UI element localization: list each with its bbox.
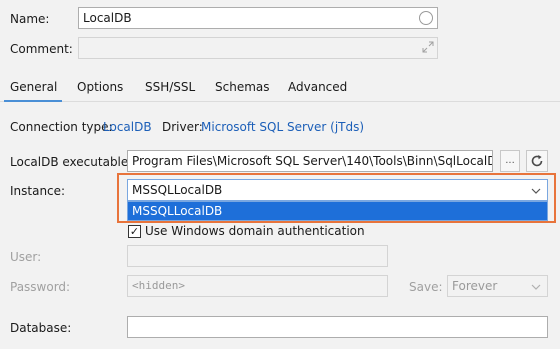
browse-button[interactable]: ...: [500, 150, 520, 172]
user-label: User:: [10, 250, 42, 264]
connection-type-link[interactable]: LocalDB: [103, 120, 152, 134]
save-select-value: Forever: [452, 279, 498, 293]
database-label: Database:: [10, 321, 72, 335]
password-input[interactable]: <hidden>: [127, 275, 388, 297]
tab-schemas[interactable]: Schemas: [215, 80, 270, 102]
windows-auth-checkbox[interactable]: ✓: [128, 225, 141, 238]
refresh-button[interactable]: [526, 150, 548, 172]
tab-ssh-ssl[interactable]: SSH/SSL: [145, 80, 195, 102]
instance-option[interactable]: MSSQLLocalDB: [128, 202, 547, 220]
connection-type-label: Connection type:: [10, 120, 113, 134]
browse-label: ...: [505, 155, 515, 166]
save-label: Save:: [409, 280, 443, 294]
instance-dropdown: MSSQLLocalDB: [127, 201, 548, 221]
comment-input[interactable]: [78, 37, 438, 59]
driver-link[interactable]: Microsoft SQL Server (jTds): [201, 120, 364, 134]
driver-label: Driver:: [162, 120, 203, 134]
instance-select-value: MSSQLLocalDB: [132, 183, 223, 197]
tab-active-underline: [4, 100, 62, 102]
status-circle-icon: [419, 11, 433, 25]
name-input[interactable]: LocalDB: [78, 7, 438, 29]
refresh-icon: [531, 155, 543, 167]
chevron-down-icon: [531, 284, 541, 290]
name-label: Name:: [10, 12, 50, 26]
windows-auth-label: Use Windows domain authentication: [145, 224, 365, 238]
chevron-down-icon: [531, 188, 541, 194]
expand-icon: [422, 41, 434, 56]
comment-label: Comment:: [10, 42, 73, 56]
database-input[interactable]: [127, 316, 548, 338]
password-label: Password:: [10, 280, 71, 294]
save-select[interactable]: Forever: [447, 275, 548, 297]
executable-label: LocalDB executable:: [10, 155, 133, 169]
executable-input[interactable]: Program Files\Microsoft SQL Server\140\T…: [127, 150, 493, 172]
instance-label: Instance:: [10, 184, 66, 198]
instance-select[interactable]: MSSQLLocalDB: [127, 179, 548, 201]
tab-general[interactable]: General: [10, 80, 57, 102]
tab-advanced[interactable]: Advanced: [288, 80, 347, 102]
user-input[interactable]: [127, 245, 388, 267]
tab-options[interactable]: Options: [77, 80, 123, 102]
